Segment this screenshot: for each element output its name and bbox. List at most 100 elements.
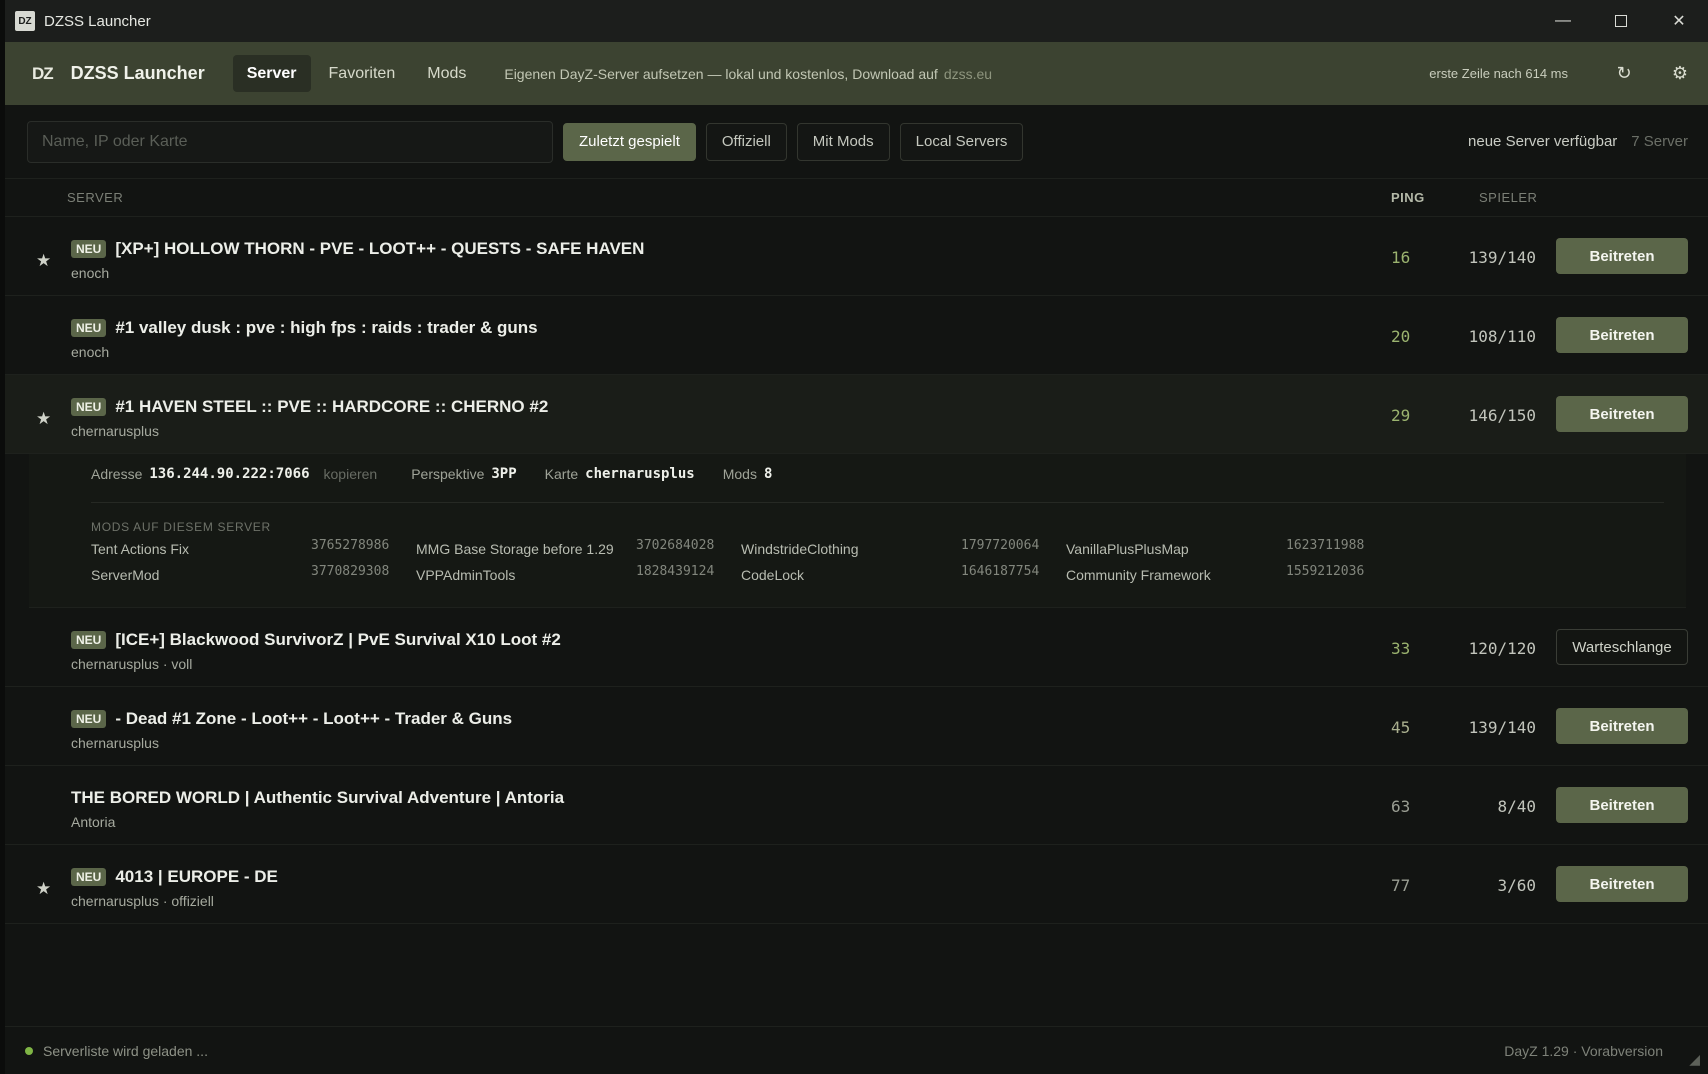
settings-button[interactable]: ⚙ [1652,63,1708,84]
server-ping: 20 [1391,327,1411,346]
server-players: 3/60 [1497,876,1536,895]
mods-label: Mods [722,466,757,482]
tab-server[interactable]: Server [232,55,311,92]
mod-name: VPPAdminTools [416,567,516,583]
new-badge: NEU [71,398,107,416]
details-divider [91,502,1664,503]
new-badge: NEU [71,710,107,728]
first-line-timing: erste Zeile nach 614 ms [1429,66,1568,81]
gear-icon: ⚙ [1671,63,1689,83]
server-name: 4013 | EUROPE - DE [115,867,278,886]
mod-item: CodeLock 1646187754 [741,564,1041,583]
server-map: enoch [71,265,110,281]
mod-item: WindstrideClothing 1797720064 [741,538,1041,557]
filter-with-mods[interactable]: Mit Mods [796,122,890,161]
search-input[interactable] [27,120,553,163]
star-icon[interactable]: ★ [36,879,51,899]
filter-recently-played[interactable]: Zuletzt gespielt [563,122,696,161]
filter-local-servers[interactable]: Local Servers [899,122,1024,161]
mod-name: WindstrideClothing [741,541,859,557]
server-row-selected[interactable]: ★ NEU #1 HAVEN STEEL :: PVE :: HARDCORE … [5,375,1708,454]
filter-official[interactable]: Offiziell [705,122,787,161]
server-map: chernarusplus [71,423,159,439]
server-name: THE BORED WORLD | Authentic Survival Adv… [71,788,565,807]
mod-id: 1828439124 [636,564,715,579]
status-bar: Serverliste wird geladen ... DayZ 1.29 ·… [5,1026,1708,1074]
mod-id: 3702684028 [636,538,715,553]
mod-item: Community Framework 1559212036 [1066,564,1366,583]
column-ping[interactable]: PING [1391,190,1425,205]
status-text: Serverliste wird geladen ... [43,1042,208,1059]
copy-address-link[interactable]: kopieren [324,466,378,482]
server-ping: 77 [1391,876,1411,895]
mod-id: 1559212036 [1286,564,1365,579]
server-row[interactable]: ★ NEU [XP+] HOLLOW THORN - PVE - LOOT++ … [5,217,1708,296]
server-name: - Dead #1 Zone - Loot++ - Loot++ - Trade… [115,709,513,728]
join-button[interactable]: Beitreten [1556,317,1688,353]
server-row[interactable]: ★ NEU 4013 | EUROPE - DE chernarusplus ·… [5,845,1708,924]
server-map: chernarusplus · voll [71,656,193,672]
server-name: [XP+] HOLLOW THORN - PVE - LOOT++ - QUES… [115,239,645,258]
server-row[interactable]: NEU #1 valley dusk : pve : high fps : ra… [5,296,1708,375]
join-button[interactable]: Beitreten [1556,708,1688,744]
status-dot-icon [25,1046,33,1055]
mod-name: Tent Actions Fix [91,541,190,557]
server-players: 8/40 [1497,797,1536,816]
queue-button[interactable]: Warteschlange [1556,629,1688,665]
mod-item: VanillaPlusPlusMap 1623711988 [1066,538,1366,557]
brand-logo-icon: DZ [32,63,54,83]
minimize-button[interactable]: — [1534,0,1592,42]
server-count: 7 Server [1631,133,1688,150]
server-ping: 29 [1391,406,1411,425]
filter-toolbar: Zuletzt gespielt Offiziell Mit Mods Loca… [5,105,1708,179]
server-map: enoch [71,344,110,360]
mod-id: 3770829308 [311,564,390,579]
server-name: #1 valley dusk : pve : high fps : raids … [115,318,538,337]
join-button[interactable]: Beitreten [1556,396,1688,432]
star-icon[interactable]: ★ [36,409,51,429]
server-players: 139/140 [1468,248,1536,267]
server-details: Adresse 136.244.90.222:7066 kopieren Per… [29,454,1686,608]
mod-id: 3765278986 [311,538,390,553]
join-button[interactable]: Beitreten [1556,866,1688,902]
new-badge: NEU [71,868,107,886]
resize-grip-icon[interactable]: ◢ [1689,1051,1700,1068]
minimize-icon: — [1555,12,1571,29]
tab-mods[interactable]: Mods [413,55,480,92]
star-icon[interactable]: ★ [36,251,51,271]
server-row[interactable]: NEU [ICE+] Blackwood SurvivorZ | PvE Sur… [5,608,1708,687]
map-value: chernarusplus [585,466,695,482]
map-label: Karte [544,466,579,482]
new-servers-notice[interactable]: neue Server verfügbar [1468,133,1617,150]
mod-id: 1646187754 [961,564,1040,579]
server-players: 146/150 [1468,406,1536,425]
mods-section-title: MODS AUF DIESEM SERVER [91,520,271,534]
server-row[interactable]: NEU - Dead #1 Zone - Loot++ - Loot++ - T… [5,687,1708,766]
maximize-button[interactable] [1592,0,1650,42]
close-button[interactable]: ✕ [1650,0,1708,42]
window-title: DZSS Launcher [44,12,151,30]
mods-count: 8 [763,466,773,482]
mod-id: 1797720064 [961,538,1040,553]
new-badge: NEU [71,240,107,258]
server-ping: 16 [1391,248,1411,267]
server-name: #1 HAVEN STEEL :: PVE :: HARDCORE :: CHE… [115,397,549,416]
promo-link[interactable]: dzss.eu [944,66,992,82]
join-button[interactable]: Beitreten [1556,238,1688,274]
column-header: SERVER PING SPIELER [5,179,1708,217]
mod-item: MMG Base Storage before 1.29 3702684028 [416,538,716,557]
title-bar: DZ DZSS Launcher — ✕ [5,0,1708,42]
perspective-value: 3PP [491,466,517,482]
column-players[interactable]: SPIELER [1479,190,1537,205]
promo-text: Eigenen DayZ-Server aufsetzen — lokal un… [504,66,992,82]
column-server[interactable]: SERVER [67,190,123,205]
server-row[interactable]: THE BORED WORLD | Authentic Survival Adv… [5,766,1708,845]
tab-favoriten[interactable]: Favoriten [315,55,410,92]
server-players: 120/120 [1468,639,1536,658]
refresh-button[interactable]: ↻ [1596,63,1652,84]
join-button[interactable]: Beitreten [1556,787,1688,823]
server-name: [ICE+] Blackwood SurvivorZ | PvE Surviva… [115,630,561,649]
mod-item: VPPAdminTools 1828439124 [416,564,716,583]
close-icon: ✕ [1672,13,1686,30]
version-label: DayZ 1.29 · Vorabversion [1504,1042,1663,1059]
